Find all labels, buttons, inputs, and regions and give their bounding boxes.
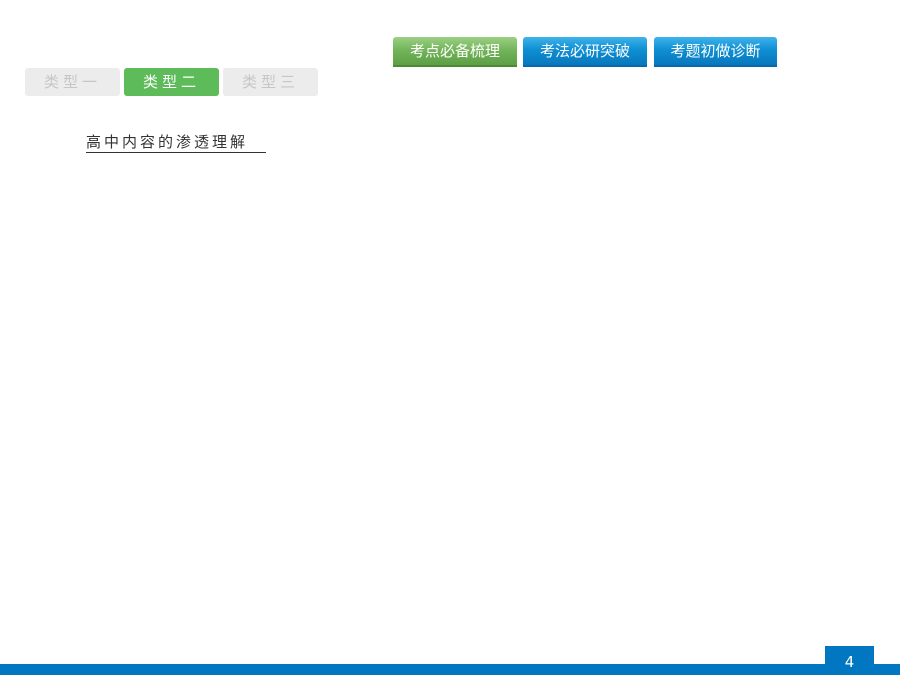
tab-method-breakthrough[interactable]: 考法必研突破 [523, 37, 647, 67]
tab-initial-diagnosis[interactable]: 考题初做诊断 [654, 37, 777, 67]
type-tab-one[interactable]: 类型一 [25, 68, 120, 96]
footer-bar [0, 664, 900, 675]
type-tab-two[interactable]: 类型二 [124, 68, 219, 96]
tab-key-points-review[interactable]: 考点必备梳理 [393, 37, 517, 67]
page-number: 4 [825, 646, 874, 675]
type-tab-three[interactable]: 类型三 [223, 68, 318, 96]
content-heading: 高中内容的渗透理解 [86, 133, 267, 153]
